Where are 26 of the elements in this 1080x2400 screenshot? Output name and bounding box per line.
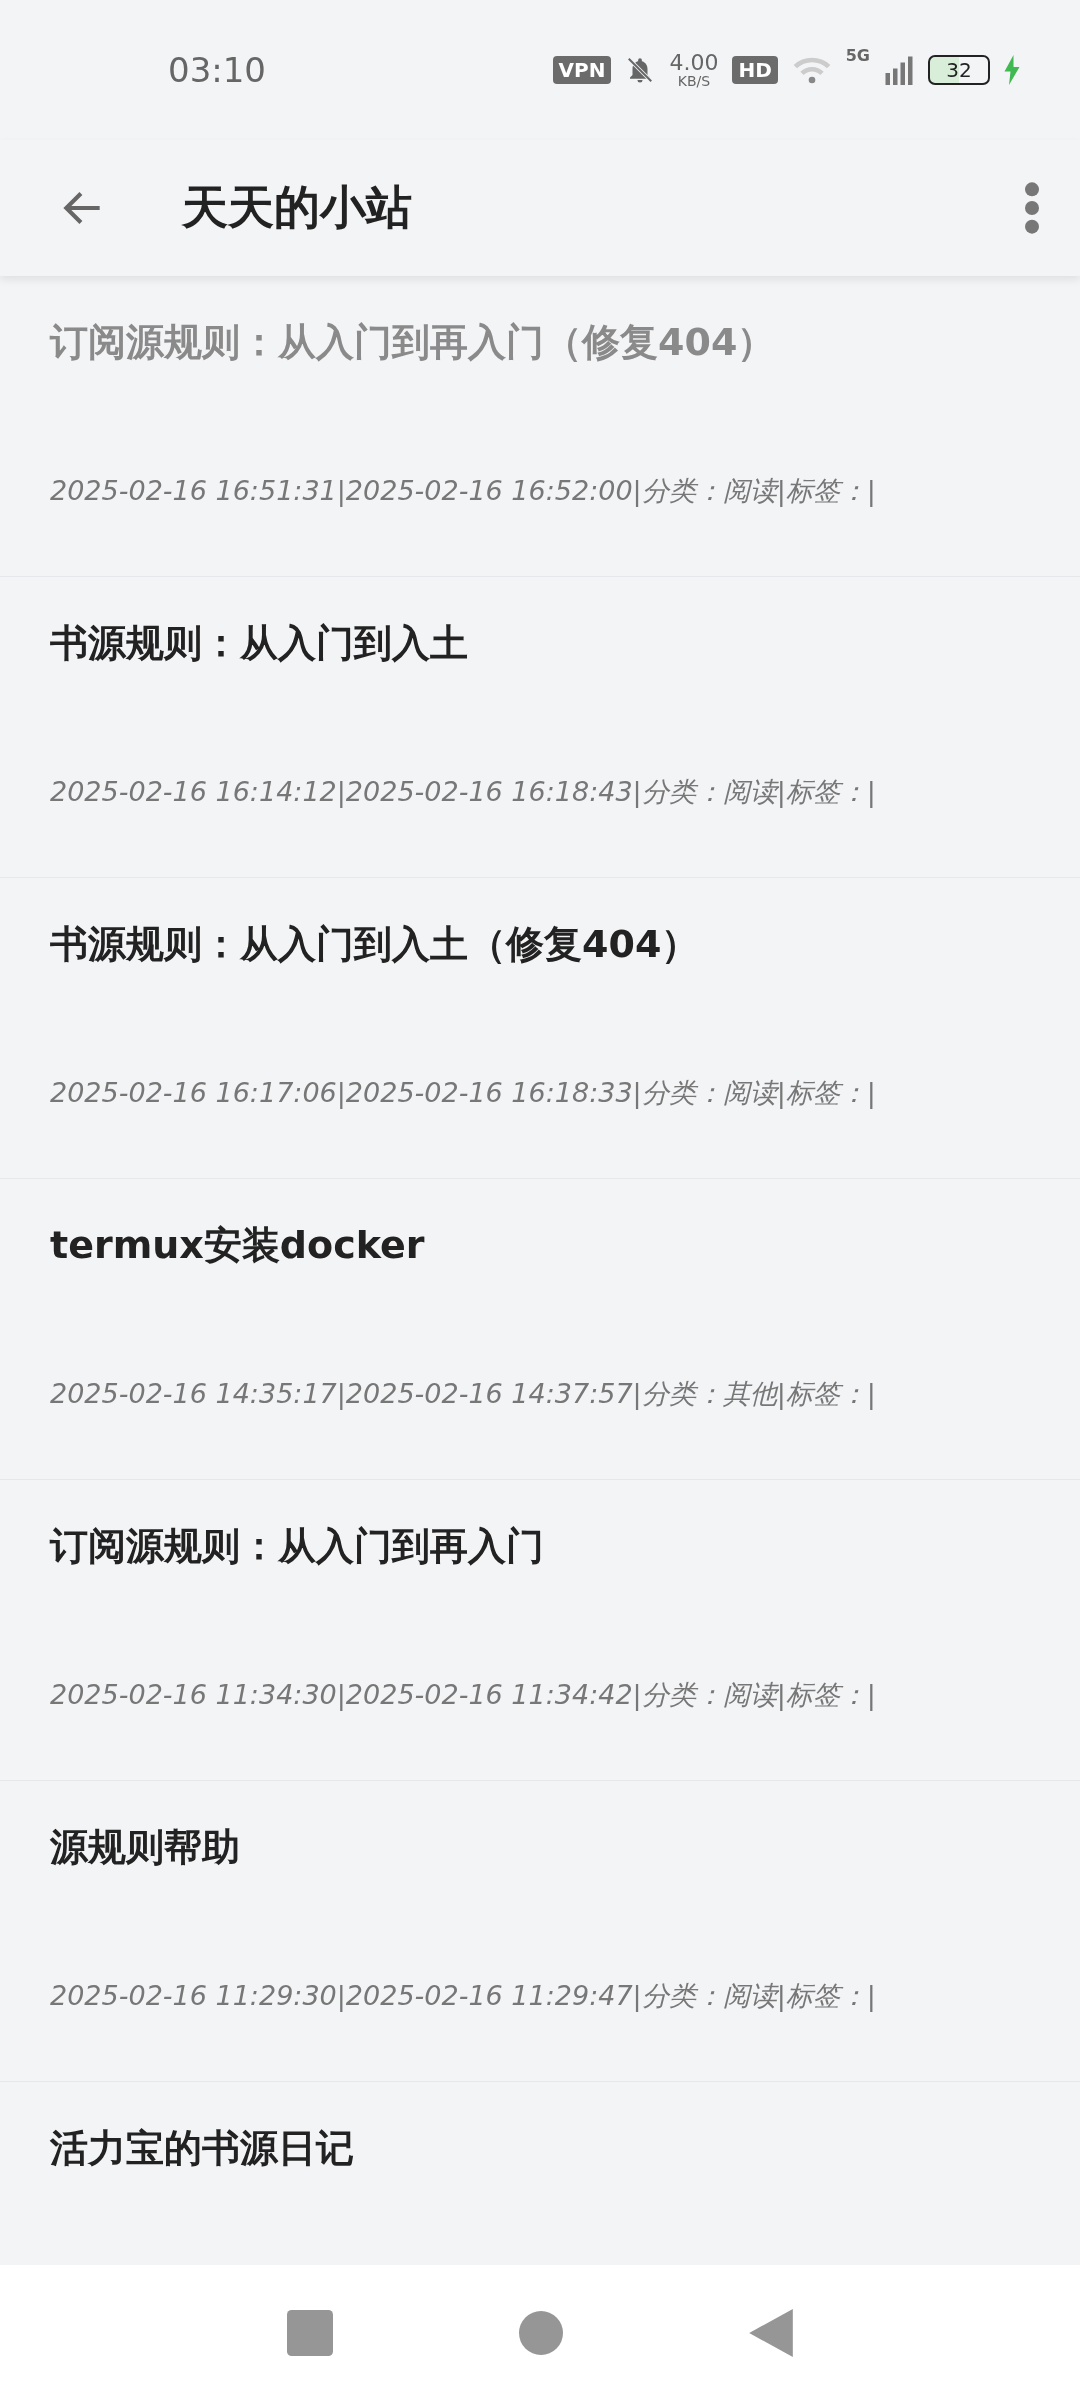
article-meta: 2025-02-16 14:35:17|2025-02-16 14:37:57|分类：其他|标签：| (50, 1377, 877, 1412)
vpn-badge: VPN (552, 56, 612, 84)
speed-value: 4.00 (669, 52, 719, 74)
article-title[interactable]: 源规则帮助 (50, 1823, 1030, 1873)
status-time: 03:10 (168, 50, 267, 90)
triangle-icon (749, 2308, 793, 2357)
speed-unit: KB/S (677, 74, 711, 88)
hd-badge: HD (732, 56, 778, 84)
signal-icon (884, 55, 914, 85)
article-title[interactable]: termux安装docker (50, 1221, 1030, 1271)
circle-icon (519, 2310, 563, 2355)
page-title: 天天的小站 (182, 179, 413, 236)
article-meta: 2025-02-16 16:17:06|2025-02-16 16:18:33|分类：阅读|标签：| (50, 1076, 877, 1111)
network-type: 5G (845, 46, 870, 65)
battery-level: 32 (928, 55, 990, 85)
more-vertical-icon (1022, 180, 1042, 236)
article-title[interactable]: 活力宝的书源日记 (50, 2124, 1030, 2174)
article-title[interactable]: 书源规则：从入门到入土（修复404） (50, 920, 1030, 970)
article-title[interactable]: 书源规则：从入门到入土 (50, 619, 1030, 669)
square-icon (287, 2309, 333, 2356)
article-meta: 2025-02-16 16:51:31|2025-02-16 16:52:00|分类：阅读|标签：| (50, 474, 877, 509)
article-title[interactable]: 订阅源规则：从入门到再入门 (50, 1522, 1030, 1572)
article-meta: 2025-02-16 16:14:12|2025-02-16 16:18:43|分类：阅读|标签：| (50, 775, 877, 810)
wifi-icon (791, 55, 832, 85)
article-meta: 2025-02-16 11:29:30|2025-02-16 11:29:47|分类：阅读|标签：| (50, 1979, 877, 2014)
article-meta: 2025-02-16 11:34:30|2025-02-16 11:34:42|分类：阅读|标签：| (50, 1678, 877, 1713)
